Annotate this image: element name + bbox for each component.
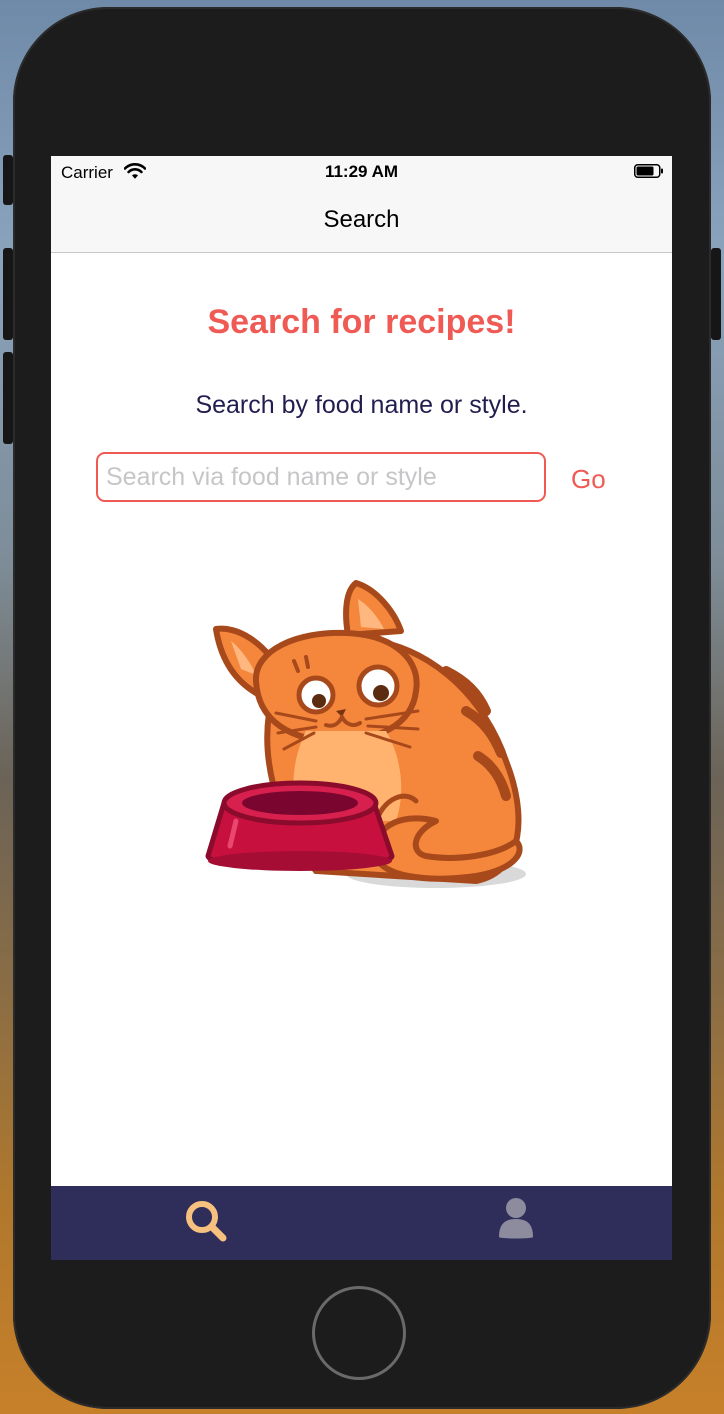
status-time: 11:29 AM [324, 162, 399, 181]
volume-up-button [3, 248, 13, 340]
nav-title: Search [323, 206, 400, 233]
app-screen: Carrier 11:29 AM Search Search for recip… [51, 156, 672, 1260]
status-bar: Carrier 11:29 AM [51, 156, 672, 188]
cat-food-bowl-illustration [205, 580, 526, 888]
page-subtitle: Search by food name or style. [195, 391, 528, 419]
home-button[interactable] [312, 1286, 406, 1380]
navigation-bar: Search [51, 188, 672, 253]
page-headline: Search for recipes! [207, 303, 516, 341]
tab-profile[interactable] [362, 1186, 672, 1260]
mute-switch [3, 155, 13, 205]
go-button[interactable]: Go [571, 459, 631, 499]
volume-down-button [3, 352, 13, 444]
battery-icon [634, 164, 663, 178]
person-icon [499, 1198, 533, 1239]
tab-search[interactable] [51, 1186, 361, 1260]
power-button [711, 248, 721, 340]
search-icon [186, 1201, 227, 1242]
tab-bar [51, 1186, 672, 1260]
search-input[interactable] [96, 452, 546, 502]
